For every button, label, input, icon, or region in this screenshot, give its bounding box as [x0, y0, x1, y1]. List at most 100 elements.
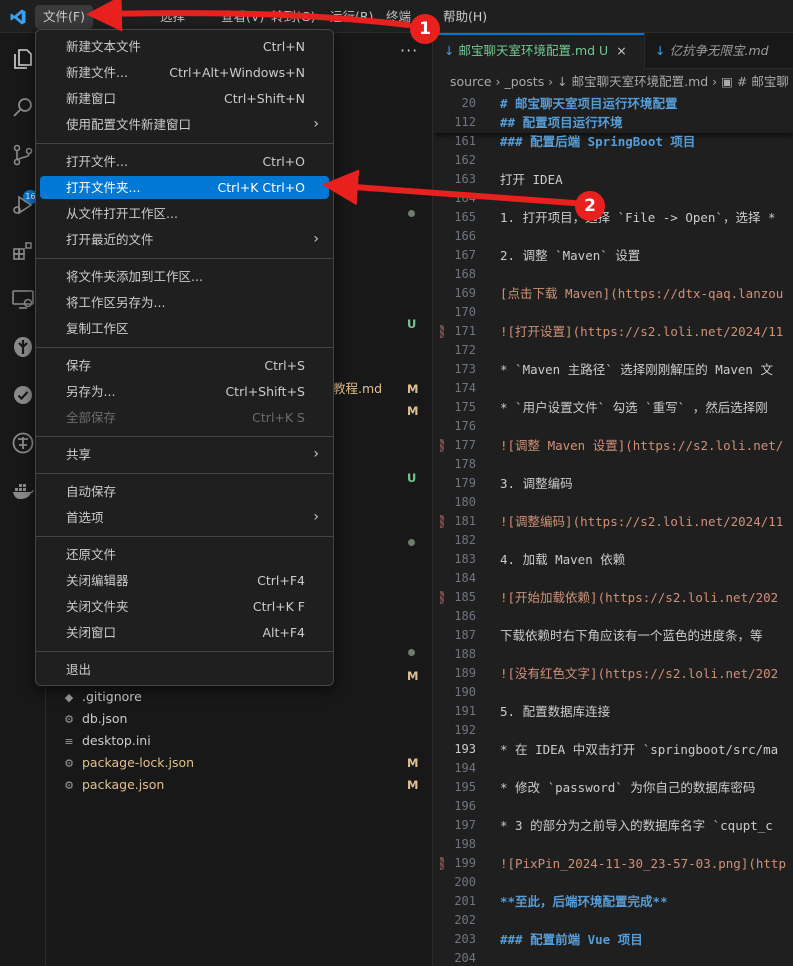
code-line[interactable]: ![调整编码](https://s2.loli.net/2024/11 — [500, 512, 783, 531]
code-line[interactable]: 下载依赖时右下角应该有一个蓝色的进度条，等 — [500, 626, 763, 645]
explorer-file-gitignore[interactable]: ◆ .gitignore — [62, 687, 142, 707]
menu-item-0-2[interactable]: 新建窗口 Ctrl+Shift+N — [40, 87, 329, 110]
explorer-file-partial[interactable]: 教程.md — [333, 379, 382, 399]
menu-item-3-0[interactable]: 保存 Ctrl+S — [40, 354, 329, 377]
code-line[interactable]: [点击下载 Maven](https://dtx-qaq.lanzou — [500, 284, 783, 303]
status-badge-modified: M — [407, 756, 419, 770]
menu-item-6-0[interactable]: 还原文件 — [40, 543, 329, 566]
code-line[interactable]: * 在 IDEA 中双击打开 `springboot/src/ma — [500, 740, 778, 759]
menu-go[interactable]: 转到(G) — [263, 5, 323, 29]
code-line[interactable]: 2. 调整 `Maven` 设置 — [500, 246, 640, 265]
code-line[interactable]: ![PixPin_2024-11-30_23-57-03.png](http — [500, 854, 786, 873]
menu-item-1-2[interactable]: 从文件打开工作区... — [40, 202, 329, 225]
line-number: 172 — [454, 343, 476, 357]
line-number: 167 — [454, 248, 476, 262]
menu-item-shortcut: Ctrl+K S — [252, 410, 305, 425]
code-line[interactable]: ![开始加载依赖](https://s2.loli.net/202 — [500, 588, 778, 607]
editor-tabs: ↓ 邮宝聊天室环境配置.md U × ↓ 亿抗争无限宝.md — [434, 33, 793, 69]
step-marker-2: 2 — [575, 191, 605, 221]
source-control-icon[interactable] — [11, 143, 35, 167]
search-icon[interactable] — [11, 95, 35, 119]
menu-item-0-1[interactable]: 新建文件... Ctrl+Alt+Windows+N — [40, 61, 329, 84]
menu-item-1-1[interactable]: 打开文件夹... Ctrl+K Ctrl+O — [40, 176, 329, 199]
status-badge-modified: M — [407, 669, 419, 683]
gitlens-icon[interactable] — [11, 335, 35, 359]
remote-explorer-icon[interactable] — [11, 287, 35, 311]
menu-item-label: 将文件夹添加到工作区... — [66, 269, 203, 284]
menu-item-1-3[interactable]: 打开最近的文件 › — [40, 228, 329, 251]
menu-item-4-0[interactable]: 共享 › — [40, 443, 329, 466]
line-number: 173 — [454, 362, 476, 376]
code-line[interactable]: 5. 配置数据库连接 — [500, 702, 610, 721]
testing-icon[interactable] — [11, 383, 35, 407]
chevron-right-icon: › — [313, 116, 319, 132]
menu-item-2-2[interactable]: 复制工作区 — [40, 317, 329, 340]
menu-item-shortcut: Ctrl+N — [262, 39, 305, 54]
menu-selection[interactable]: 选择 — [152, 5, 193, 29]
menu-item-label: 退出 — [66, 662, 92, 677]
line-number: 193 — [454, 742, 476, 756]
menu-item-5-0[interactable]: 自动保存 — [40, 480, 329, 503]
code-line[interactable]: ![打开设置](https://s2.loli.net/2024/11 — [500, 322, 783, 341]
line-number: 163 — [454, 172, 476, 186]
menu-item-2-1[interactable]: 将工作区另存为... — [40, 291, 329, 314]
menu-item-6-1[interactable]: 关闭编辑器 Ctrl+F4 — [40, 569, 329, 592]
menu-item-6-3[interactable]: 关闭窗口 Alt+F4 — [40, 621, 329, 644]
translate-icon[interactable] — [11, 431, 35, 455]
explorer-file-package-json[interactable]: ⚙ package.json — [62, 775, 164, 795]
menu-item-1-0[interactable]: 打开文件... Ctrl+O — [40, 150, 329, 173]
explorer-file-desktop-ini[interactable]: ≡ desktop.ini — [62, 731, 150, 751]
line-number: 184 — [454, 571, 476, 585]
menu-item-0-0[interactable]: 新建文本文件 Ctrl+N — [40, 35, 329, 58]
gutter-change-marker — [440, 439, 444, 452]
code-line[interactable]: 4. 加载 Maven 依赖 — [500, 550, 625, 569]
line-number: 162 — [454, 153, 476, 167]
line-number: 168 — [454, 267, 476, 281]
sticky-heading[interactable]: # 邮宝聊天室项目运行环境配置 — [500, 94, 678, 113]
breadcrumb[interactable]: source › _posts › ↓ 邮宝聊天室环境配置.md › ▣ # 邮… — [450, 71, 789, 93]
chevron-right-icon: › — [313, 509, 319, 525]
menu-item-6-2[interactable]: 关闭文件夹 Ctrl+K F — [40, 595, 329, 618]
menu-item-5-1[interactable]: 首选项 › — [40, 506, 329, 529]
code-line[interactable]: * `Maven 主路径` 选择刚刚解压的 Maven 文 — [500, 360, 773, 379]
code-line[interactable]: * 3 的部分为之前导入的数据库名字 `cqupt_c — [500, 816, 773, 835]
line-number: 164 — [454, 191, 476, 205]
menu-item-label: 全部保存 — [66, 410, 117, 425]
gutter-change-marker — [440, 515, 444, 528]
tab-active-file[interactable]: ↓ 邮宝聊天室环境配置.md U × — [434, 33, 644, 69]
code-line[interactable]: * 修改 `password` 为你自己的数据库密码 — [500, 778, 755, 797]
menu-run[interactable]: 运行(R) — [322, 5, 381, 29]
editor-area[interactable]: ↓ 邮宝聊天室环境配置.md U × ↓ 亿抗争无限宝.md source › … — [434, 33, 793, 966]
explorer-icon[interactable] — [11, 47, 35, 71]
code-line[interactable]: ### 配置后端 SpringBoot 项目 — [500, 132, 695, 151]
explorer-file-db-json[interactable]: ⚙ db.json — [62, 709, 127, 729]
code-line[interactable]: ### 配置前端 Vue 项目 — [500, 930, 643, 949]
menu-help[interactable]: 帮助(H) — [435, 5, 495, 29]
code-line[interactable]: * `用户设置文件` 勾选 `重写` ，然后选择刚 — [500, 398, 768, 417]
code-line[interactable]: 3. 调整编码 — [500, 474, 573, 493]
docker-icon[interactable] — [11, 479, 35, 503]
close-tab-icon[interactable]: × — [616, 43, 626, 58]
more-actions-icon[interactable]: ··· — [400, 41, 418, 60]
menu-item-2-0[interactable]: 将文件夹添加到工作区... — [40, 265, 329, 288]
menu-item-7-0[interactable]: 退出 — [40, 658, 329, 681]
extensions-icon[interactable] — [11, 239, 35, 263]
menu-item-label: 保存 — [66, 358, 92, 373]
status-dot — [408, 539, 415, 546]
code-line[interactable]: ![调整 Maven 设置](https://s2.loli.net/ — [500, 436, 783, 455]
menu-file[interactable]: 文件(F) — [35, 5, 93, 29]
tab-preview-file[interactable]: ↓ 亿抗争无限宝.md — [644, 33, 793, 69]
line-number: 186 — [454, 609, 476, 623]
code-line[interactable]: 1. 打开项目，选择 `File -> Open`，选择 * — [500, 208, 776, 227]
line-number: 196 — [454, 799, 476, 813]
code-line[interactable]: **至此，后端环境配置完成** — [500, 892, 668, 911]
menu-separator — [36, 347, 333, 348]
menu-item-3-1[interactable]: 另存为... Ctrl+Shift+S — [40, 380, 329, 403]
menu-item-0-3[interactable]: 使用配置文件新建窗口 › — [40, 113, 329, 136]
menu-item-label: 关闭窗口 — [66, 625, 117, 640]
explorer-file-package-lock[interactable]: ⚙ package-lock.json — [62, 753, 194, 773]
code-line[interactable]: 打开 IDEA — [500, 170, 563, 189]
sticky-heading[interactable]: ## 配置项目运行环境 — [500, 113, 623, 132]
code-line[interactable]: ![没有红色文字](https://s2.loli.net/202 — [500, 664, 778, 683]
run-debug-icon[interactable] — [11, 193, 35, 217]
